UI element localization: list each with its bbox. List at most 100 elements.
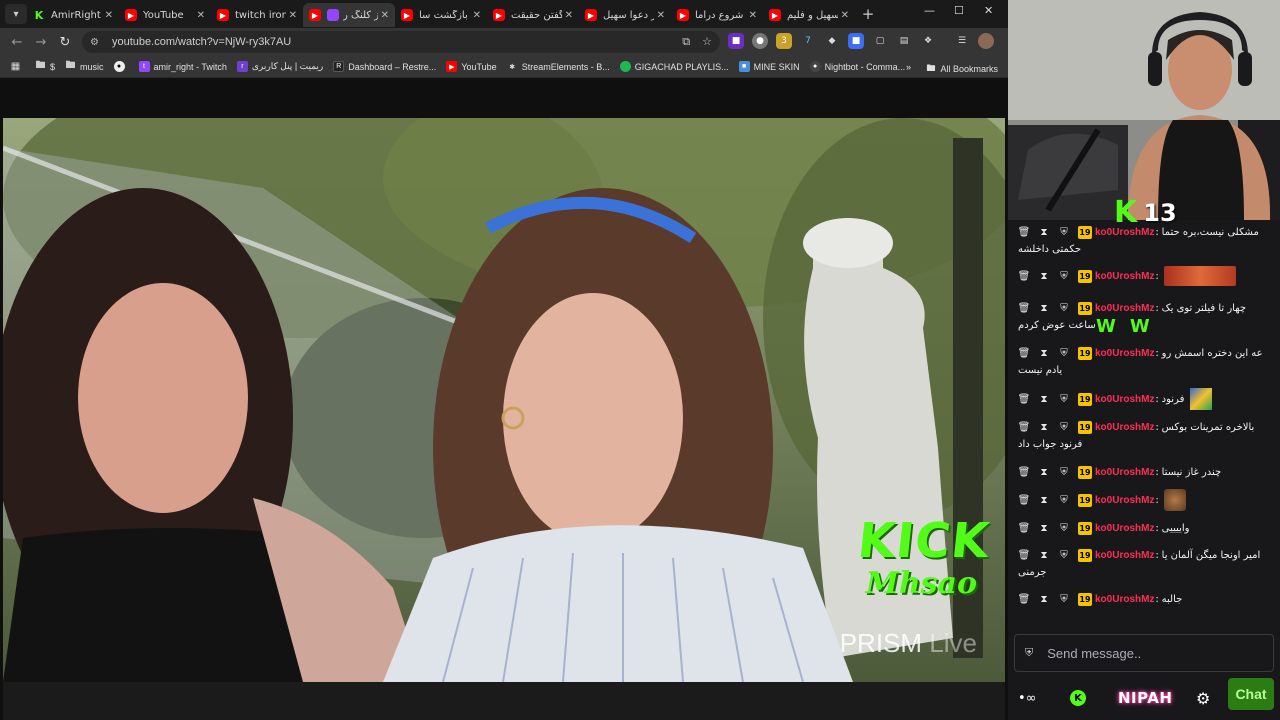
tab-1[interactable]: ▶ YouTube ✕ bbox=[119, 3, 211, 27]
bookmark-item[interactable]: R Dashboard – Restre... bbox=[333, 61, 436, 72]
install-app-icon[interactable]: ⧉ bbox=[682, 35, 690, 49]
trash-icon[interactable]: 🗑 bbox=[1018, 466, 1031, 478]
site-info-icon[interactable]: ⚙ bbox=[90, 37, 106, 48]
extension-icon[interactable]: 7 bbox=[800, 33, 816, 49]
chat-username[interactable]: ko0UroshMz bbox=[1095, 523, 1154, 534]
extension-icon[interactable]: ▤ bbox=[896, 33, 912, 49]
back-icon[interactable]: ← bbox=[5, 35, 29, 50]
kick-icon: K bbox=[33, 8, 45, 22]
close-icon[interactable]: ✕ bbox=[381, 10, 389, 21]
trash-icon[interactable]: 🗑 bbox=[1018, 549, 1031, 561]
close-icon[interactable]: ✕ bbox=[565, 10, 573, 21]
bookmark-item[interactable]: ● bbox=[113, 61, 129, 72]
hourglass-icon[interactable]: ⧗ bbox=[1038, 270, 1050, 282]
close-icon[interactable]: ✕ bbox=[197, 10, 205, 21]
hourglass-icon[interactable]: ⧗ bbox=[1038, 302, 1050, 314]
close-icon[interactable]: ✕ bbox=[473, 10, 481, 21]
bookmark-item[interactable]: t amir_right - Twitch bbox=[138, 61, 227, 72]
chat-username[interactable]: ko0UroshMz bbox=[1095, 271, 1154, 282]
chat-input-box[interactable]: ⛨ bbox=[1014, 634, 1274, 672]
tab-5[interactable]: ▶از گفتن حقیقت✕ bbox=[487, 3, 579, 27]
trash-icon[interactable]: 🗑 bbox=[1018, 494, 1031, 506]
close-icon[interactable]: ✕ bbox=[841, 10, 849, 21]
trash-icon[interactable]: 🗑 bbox=[1018, 347, 1031, 359]
kick-emotes-icon[interactable]: K bbox=[1070, 690, 1086, 706]
trash-icon[interactable]: 🗑 bbox=[1018, 522, 1031, 534]
extension-icon[interactable]: ■ bbox=[728, 33, 744, 49]
trash-icon[interactable]: 🗑 bbox=[1018, 226, 1031, 238]
chat-username[interactable]: ko0UroshMz bbox=[1095, 227, 1154, 238]
reload-icon[interactable]: ↻ bbox=[53, 35, 77, 50]
hourglass-icon[interactable]: ⧗ bbox=[1038, 593, 1050, 605]
chat-username[interactable]: ko0UroshMz bbox=[1095, 594, 1154, 605]
bookmark-star-icon[interactable]: ☆ bbox=[702, 35, 712, 49]
new-tab-button[interactable]: + bbox=[857, 5, 879, 23]
chat-username[interactable]: ko0UroshMz bbox=[1095, 303, 1154, 314]
tab-7[interactable]: ▶از شروع دراما✕ bbox=[671, 3, 763, 27]
close-icon[interactable]: ✕ bbox=[289, 10, 297, 21]
bookmark-item[interactable]: ● Nightbot - Comma... bbox=[809, 61, 905, 72]
chat-username[interactable]: ko0UroshMz bbox=[1095, 348, 1154, 359]
tab-search-button[interactable]: ▾ bbox=[5, 4, 27, 24]
maximize-icon[interactable]: ☐ bbox=[954, 4, 964, 17]
hourglass-icon[interactable]: ⧗ bbox=[1038, 549, 1050, 561]
extension-icon[interactable]: ◆ bbox=[824, 33, 840, 49]
bookmark-item[interactable]: ✱ StreamElements - B... bbox=[507, 61, 609, 72]
minimize-icon[interactable]: — bbox=[924, 4, 935, 17]
chat-username[interactable]: ko0UroshMz bbox=[1095, 467, 1154, 478]
chat-username[interactable]: ko0UroshMz bbox=[1095, 394, 1154, 405]
close-icon[interactable]: ✕ bbox=[657, 10, 665, 21]
tab-8[interactable]: ▶ سهیل و فلیم ✕ bbox=[763, 3, 855, 27]
hourglass-icon[interactable]: ⧗ bbox=[1038, 226, 1050, 238]
trash-icon[interactable]: 🗑 bbox=[1018, 421, 1031, 433]
prism-live-watermark: PRISM Live bbox=[839, 628, 977, 658]
forward-icon[interactable]: → bbox=[29, 35, 53, 50]
url-text[interactable]: youtube.com/watch?v=NjW-ry3k7AU bbox=[112, 36, 291, 48]
tab-6[interactable]: ▶ از دعوا سهیل ✕ bbox=[579, 3, 671, 27]
settings-gear-icon[interactable]: ⚙ bbox=[1196, 689, 1210, 708]
extension-icon[interactable]: ▢ bbox=[872, 33, 888, 49]
bookmark-item[interactable]: r ریمیت | پنل کاربری bbox=[236, 61, 323, 72]
extension-icon[interactable]: ■ bbox=[848, 33, 864, 49]
hourglass-icon[interactable]: ⧗ bbox=[1038, 466, 1050, 478]
tab-0[interactable]: KAmirRight St✕ bbox=[27, 3, 119, 27]
all-bookmarks-button[interactable]: 🖿 All Bookmarks bbox=[926, 61, 998, 77]
close-icon[interactable]: ✕ bbox=[749, 10, 757, 21]
profile-avatar[interactable] bbox=[978, 33, 994, 49]
video-player[interactable]: KICK Mhsao PRISM Live bbox=[3, 118, 1005, 682]
tab-4[interactable]: ▶از بازگشت سا✕ bbox=[395, 3, 487, 27]
trash-icon[interactable]: 🗑 bbox=[1018, 270, 1031, 282]
chat-username[interactable]: ko0UroshMz bbox=[1095, 495, 1154, 506]
media-control-icon[interactable]: ☰ bbox=[954, 33, 970, 49]
hourglass-icon[interactable]: ⧗ bbox=[1038, 522, 1050, 534]
extension-icon[interactable]: 3 bbox=[776, 33, 792, 49]
emote-menu-icon[interactable]: •∞ bbox=[1018, 691, 1037, 706]
chat-username[interactable]: ko0UroshMz bbox=[1095, 422, 1154, 433]
trash-icon[interactable]: 🗑 bbox=[1018, 393, 1031, 405]
hourglass-icon[interactable]: ⧗ bbox=[1038, 421, 1050, 433]
bookmark-item[interactable]: 🖿 $ bbox=[35, 60, 56, 72]
close-icon[interactable]: ✕ bbox=[105, 10, 113, 21]
trash-icon[interactable]: 🗑 bbox=[1018, 593, 1031, 605]
bookmark-item[interactable]: GIGACHAD PLAYLIS... bbox=[619, 61, 729, 72]
chat-send-button[interactable]: Chat bbox=[1228, 678, 1274, 710]
tab-3[interactable]: ▶از کلنگ ر✕ bbox=[303, 3, 395, 27]
nipah-button[interactable]: NIPAH bbox=[1118, 689, 1172, 707]
trash-icon[interactable]: 🗑 bbox=[1018, 302, 1031, 314]
hourglass-icon[interactable]: ⧗ bbox=[1038, 494, 1050, 506]
bookmark-item[interactable]: ▶ YouTube bbox=[446, 61, 497, 72]
hourglass-icon[interactable]: ⧗ bbox=[1038, 393, 1050, 405]
extensions-puzzle-icon[interactable]: ❖ bbox=[920, 33, 936, 49]
bookmark-item[interactable]: 🖿 music bbox=[65, 60, 104, 72]
bookmark-item[interactable]: ■ MINE SKIN bbox=[738, 61, 800, 72]
chat-message-input[interactable] bbox=[1047, 645, 1248, 661]
apps-icon[interactable]: ▦ bbox=[10, 61, 25, 72]
more-bookmarks-icon[interactable]: » bbox=[906, 62, 911, 72]
extension-icon[interactable]: ● bbox=[752, 33, 768, 49]
shield-icon[interactable]: ⛨ bbox=[1025, 646, 1033, 660]
hourglass-icon[interactable]: ⧗ bbox=[1038, 347, 1050, 359]
address-bar[interactable]: ⚙ youtube.com/watch?v=NjW-ry3k7AU ⧉ ☆ bbox=[82, 31, 720, 53]
chat-username[interactable]: ko0UroshMz bbox=[1095, 550, 1154, 561]
tab-2[interactable]: ▶ twitch ironi ✕ bbox=[211, 3, 303, 27]
close-window-icon[interactable]: ✕ bbox=[984, 4, 993, 17]
